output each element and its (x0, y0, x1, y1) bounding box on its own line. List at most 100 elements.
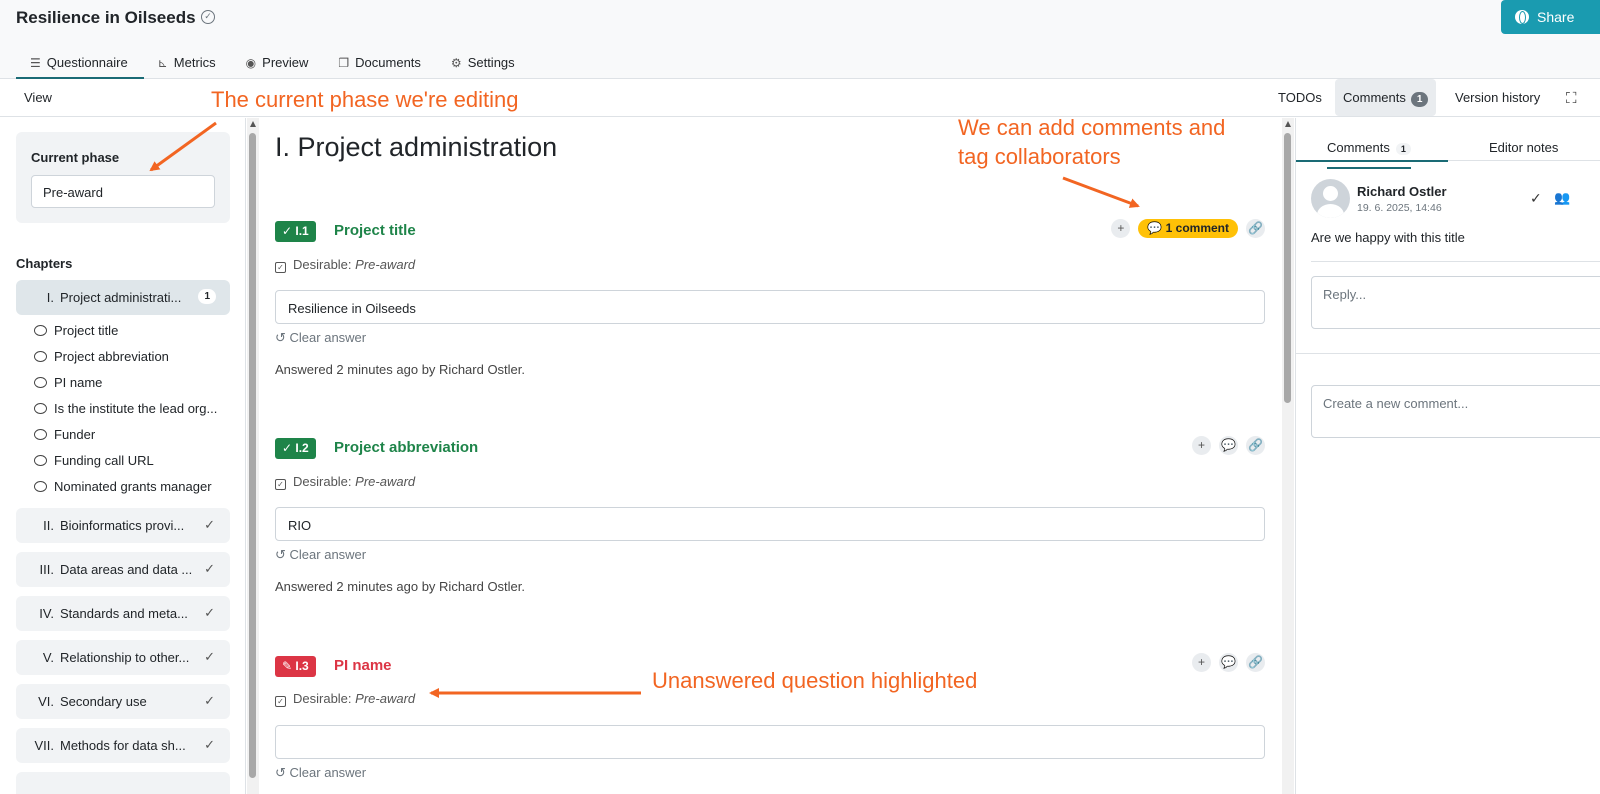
chapter-item[interactable]: III. Data areas and data ... ✓ (16, 552, 230, 587)
annotation-comments-line2: tag collaborators (958, 144, 1121, 169)
check-icon: ✓ (204, 693, 215, 708)
tab-metrics[interactable]: ⊾ Metrics (144, 52, 232, 79)
tab-label: Settings (467, 55, 515, 70)
check-icon: ✓ (204, 737, 215, 752)
chapter-item[interactable]: VII. Methods for data sh... ✓ (16, 728, 230, 763)
chapter-number: V. (42, 650, 54, 665)
chapter-item[interactable]: IV. Standards and meta... ✓ (16, 596, 230, 631)
question-number: I.2 (295, 441, 309, 455)
question-title: PI name (334, 657, 392, 674)
chapter-number: VI. (38, 694, 54, 709)
add-icon[interactable]: + (1192, 436, 1211, 455)
active-tab-indicator (1296, 160, 1448, 162)
clear-answer-link[interactable]: ↺ Clear answer (275, 547, 366, 563)
new-comment-input[interactable]: Create a new comment... (1311, 385, 1600, 438)
checkbox-icon: ✓ (275, 696, 286, 707)
answer-input[interactable]: Resilience in Oilseeds (275, 290, 1265, 324)
undo-icon: ↺ (275, 547, 286, 562)
phase-select[interactable]: Pre-award (31, 175, 215, 208)
chapter-item[interactable]: VI. Secondary use ✓ (16, 684, 230, 719)
copy-icon: ❐ (338, 56, 350, 70)
content-scrollbar[interactable] (1282, 118, 1294, 794)
answered-info: Answered 2 minutes ago by Richard Ostler… (275, 362, 526, 377)
divider (1311, 261, 1600, 262)
link-icon[interactable]: 🔗 (1246, 219, 1265, 238)
chapter-comment-badge: 1 (198, 289, 216, 304)
clear-answer-label: Clear answer (289, 765, 367, 780)
comment-bubble-icon (34, 455, 47, 466)
clear-answer-link[interactable]: ↺ Clear answer (275, 330, 366, 346)
sidebar-scrollbar[interactable] (247, 118, 259, 794)
question-title: Project title (334, 222, 416, 239)
chapter-item[interactable]: II. Bioinformatics provi... ✓ (16, 508, 230, 543)
undo-icon: ↺ (275, 765, 286, 780)
question-nav-item[interactable]: Is the institute the lead org... (34, 401, 217, 416)
fullscreen-icon[interactable]: ⛶ (1566, 90, 1577, 107)
chapter-label: Data areas and data ... (60, 562, 193, 577)
question-actions: + 💬 1 comment 🔗 (1111, 219, 1265, 238)
tab-label: Comments (1327, 140, 1390, 155)
question-title: Project abbreviation (334, 439, 479, 456)
link-icon[interactable]: 🔗 (1246, 653, 1265, 672)
question-nav-item[interactable]: Nominated grants manager (34, 479, 212, 494)
scroll-up-arrow-icon[interactable] (250, 121, 256, 127)
chapter-item[interactable]: V. Relationship to other... ✓ (16, 640, 230, 675)
version-history-button[interactable]: Version history (1455, 79, 1540, 116)
link-icon[interactable]: 🔗 (1246, 436, 1265, 455)
question-number: I.1 (295, 224, 309, 238)
comments-icon[interactable]: 💬 (1219, 436, 1238, 455)
comment-bubble-icon (34, 325, 47, 336)
question-nav-item[interactable]: Funding call URL (34, 453, 154, 468)
top-bar: Resilience in Oilseeds ✓ Share ☰ Question… (0, 0, 1600, 79)
question-nav-item[interactable]: Funder (34, 427, 95, 442)
add-icon[interactable]: + (1111, 219, 1131, 238)
desirable-label: Desirable: (293, 474, 352, 489)
checkbox-icon: ✓ (275, 262, 286, 273)
add-icon[interactable]: + (1192, 653, 1211, 672)
scroll-up-arrow-icon[interactable] (1285, 121, 1291, 127)
tab-settings[interactable]: ⚙ Settings (437, 52, 531, 79)
annotation-phase: The current phase we're editing (211, 87, 519, 112)
tab-preview[interactable]: ◉ Preview (232, 52, 325, 79)
comments-button[interactable]: Comments 1 (1335, 79, 1437, 116)
reply-input[interactable]: Reply... (1311, 276, 1600, 329)
comments-panel: Comments 1 Editor notes Richard Ostler 19… (1295, 118, 1600, 794)
list-icon: ☰ (30, 56, 41, 70)
question-actions: + 💬 🔗 (1192, 436, 1265, 455)
view-menu[interactable]: View (24, 90, 52, 105)
chapter-label: Project administrati... (60, 290, 182, 305)
clear-answer-link[interactable]: ↺ Clear answer (275, 765, 366, 781)
clear-answer-label: Clear answer (289, 330, 367, 345)
desirable-phase: Pre-award (355, 257, 416, 272)
tab-questionnaire[interactable]: ☰ Questionnaire (16, 52, 144, 79)
scrollbar-thumb[interactable] (249, 133, 256, 778)
question-nav-item[interactable]: Project abbreviation (34, 349, 169, 364)
globe-icon (1515, 10, 1529, 24)
todos-button[interactable]: TODOs (1278, 79, 1322, 116)
scrollbar-thumb[interactable] (1284, 133, 1291, 403)
chapter-number: VII. (34, 738, 54, 753)
undo-icon: ↺ (275, 330, 286, 345)
share-button[interactable]: Share (1501, 0, 1600, 34)
question-actions: + 💬 🔗 (1192, 653, 1265, 672)
question-nav-item[interactable]: PI name (34, 375, 102, 390)
avatar (1311, 179, 1350, 218)
tab-documents[interactable]: ❐ Documents (324, 52, 437, 79)
question-label: Project abbreviation (54, 349, 169, 364)
comments-icon[interactable]: 💬 (1219, 653, 1238, 672)
comments-badge-button[interactable]: 💬 1 comment (1138, 219, 1238, 238)
question-tag-answered: ✓ I.2 (275, 438, 316, 459)
resolve-check-icon[interactable]: ✓ (1530, 190, 1542, 207)
chart-icon: ⊾ (157, 56, 168, 70)
assign-user-icon[interactable]: 👥 (1554, 190, 1570, 206)
answer-input[interactable] (275, 725, 1265, 759)
comment-text: Are we happy with this title (1311, 230, 1465, 245)
tab-comments[interactable]: Comments 1 (1327, 140, 1411, 169)
question-nav-item[interactable]: Project title (34, 323, 118, 338)
tab-editor-notes[interactable]: Editor notes (1489, 140, 1558, 155)
answer-input[interactable]: RIO (275, 507, 1265, 541)
chapter-number: II. (43, 518, 54, 533)
chapter-item-partial[interactable] (16, 772, 230, 794)
chapter-item[interactable]: I. Project administrati... 1 (16, 280, 230, 315)
comment-count: 1 comment (1165, 221, 1229, 235)
